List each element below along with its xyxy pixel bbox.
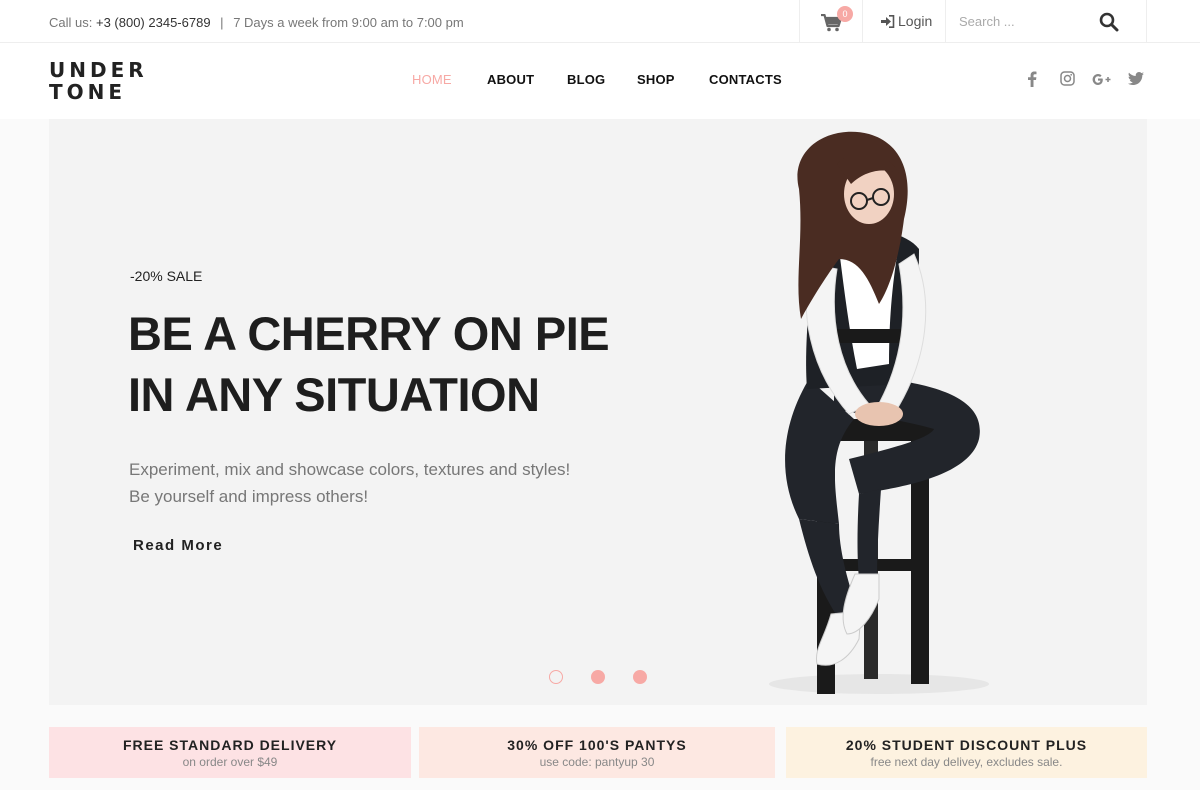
promo-title: 20% STUDENT DISCOUNT PLUS [845,737,1088,753]
search-box [947,0,1147,43]
facebook-icon [1028,71,1037,87]
top-bar: Call us: +3 (800) 2345-6789 | 7 Days a w… [0,0,1200,43]
description-line-2: Be yourself and impress others! [129,487,369,506]
promo-title: 30% OFF 100'S PANTYS [507,737,687,753]
login-link[interactable]: Login [864,0,946,43]
promo-student-discount[interactable]: 20% STUDENT DISCOUNT PLUS free next day … [786,727,1147,778]
phone-number[interactable]: +3 (800) 2345-6789 [96,15,211,30]
nav-blog[interactable]: BLOG [567,72,605,87]
hero-model-image [769,131,989,694]
hero-headline: BE A CHERRY ON PIE IN ANY SITUATION [128,303,610,425]
login-label: Login [898,13,933,29]
nav-home[interactable]: HOME [412,72,452,87]
main-header: UNDER TONE HOME ABOUT BLOG SHOP CONTACTS [0,43,1200,119]
nav-about[interactable]: ABOUT [487,72,534,87]
nav-contacts[interactable]: CONTACTS [709,72,782,87]
separator: | [220,15,224,30]
logo-line-2: TONE [49,80,127,104]
opening-hours: 7 Days a week from 9:00 am to 7:00 pm [233,15,464,30]
promo-free-delivery[interactable]: FREE STANDARD DELIVERY on order over $49 [49,727,411,778]
sign-in-icon [881,15,895,28]
slider-dot-2[interactable] [591,670,605,684]
slider-dot-1[interactable] [549,670,563,684]
promo-subtitle: use code: pantyup 30 [539,755,655,769]
site-logo[interactable]: UNDER TONE [49,59,148,103]
read-more-button[interactable]: Read More [133,537,223,554]
facebook-link[interactable] [1027,71,1037,87]
promo-title: FREE STANDARD DELIVERY [122,737,338,753]
cart-button[interactable] [799,0,863,43]
nav-shop[interactable]: SHOP [637,72,675,87]
promo-subtitle: free next day delivey, excludes sale. [870,755,1063,769]
promo-subtitle: on order over $49 [182,755,278,769]
contact-info: Call us: +3 (800) 2345-6789 | 7 Days a w… [49,15,464,30]
call-label: Call us: [49,15,93,30]
instagram-link[interactable] [1060,71,1075,86]
cart-count-badge: 0 [837,6,853,22]
description-line-1: Experiment, mix and showcase colors, tex… [129,460,571,479]
google-plus-link[interactable] [1092,73,1112,86]
search-input[interactable] [959,9,1099,33]
hero-description: Experiment, mix and showcase colors, tex… [129,456,570,510]
promo-pantys-discount[interactable]: 30% OFF 100'S PANTYS use code: pantyup 3… [419,727,775,778]
headline-line-2: IN ANY SITUATION [128,368,540,421]
headline-line-1: BE A CHERRY ON PIE [128,307,610,360]
sale-label: -20% SALE [130,268,203,284]
logo-line-1: UNDER [49,58,148,82]
google-plus-icon [1092,74,1111,85]
instagram-icon [1060,71,1075,86]
hero-slider: -20% SALE BE A CHERRY ON PIE IN ANY SITU… [49,119,1147,705]
slider-dot-3[interactable] [633,670,647,684]
search-icon[interactable] [1099,12,1119,32]
twitter-icon [1128,72,1144,85]
twitter-link[interactable] [1128,72,1144,85]
